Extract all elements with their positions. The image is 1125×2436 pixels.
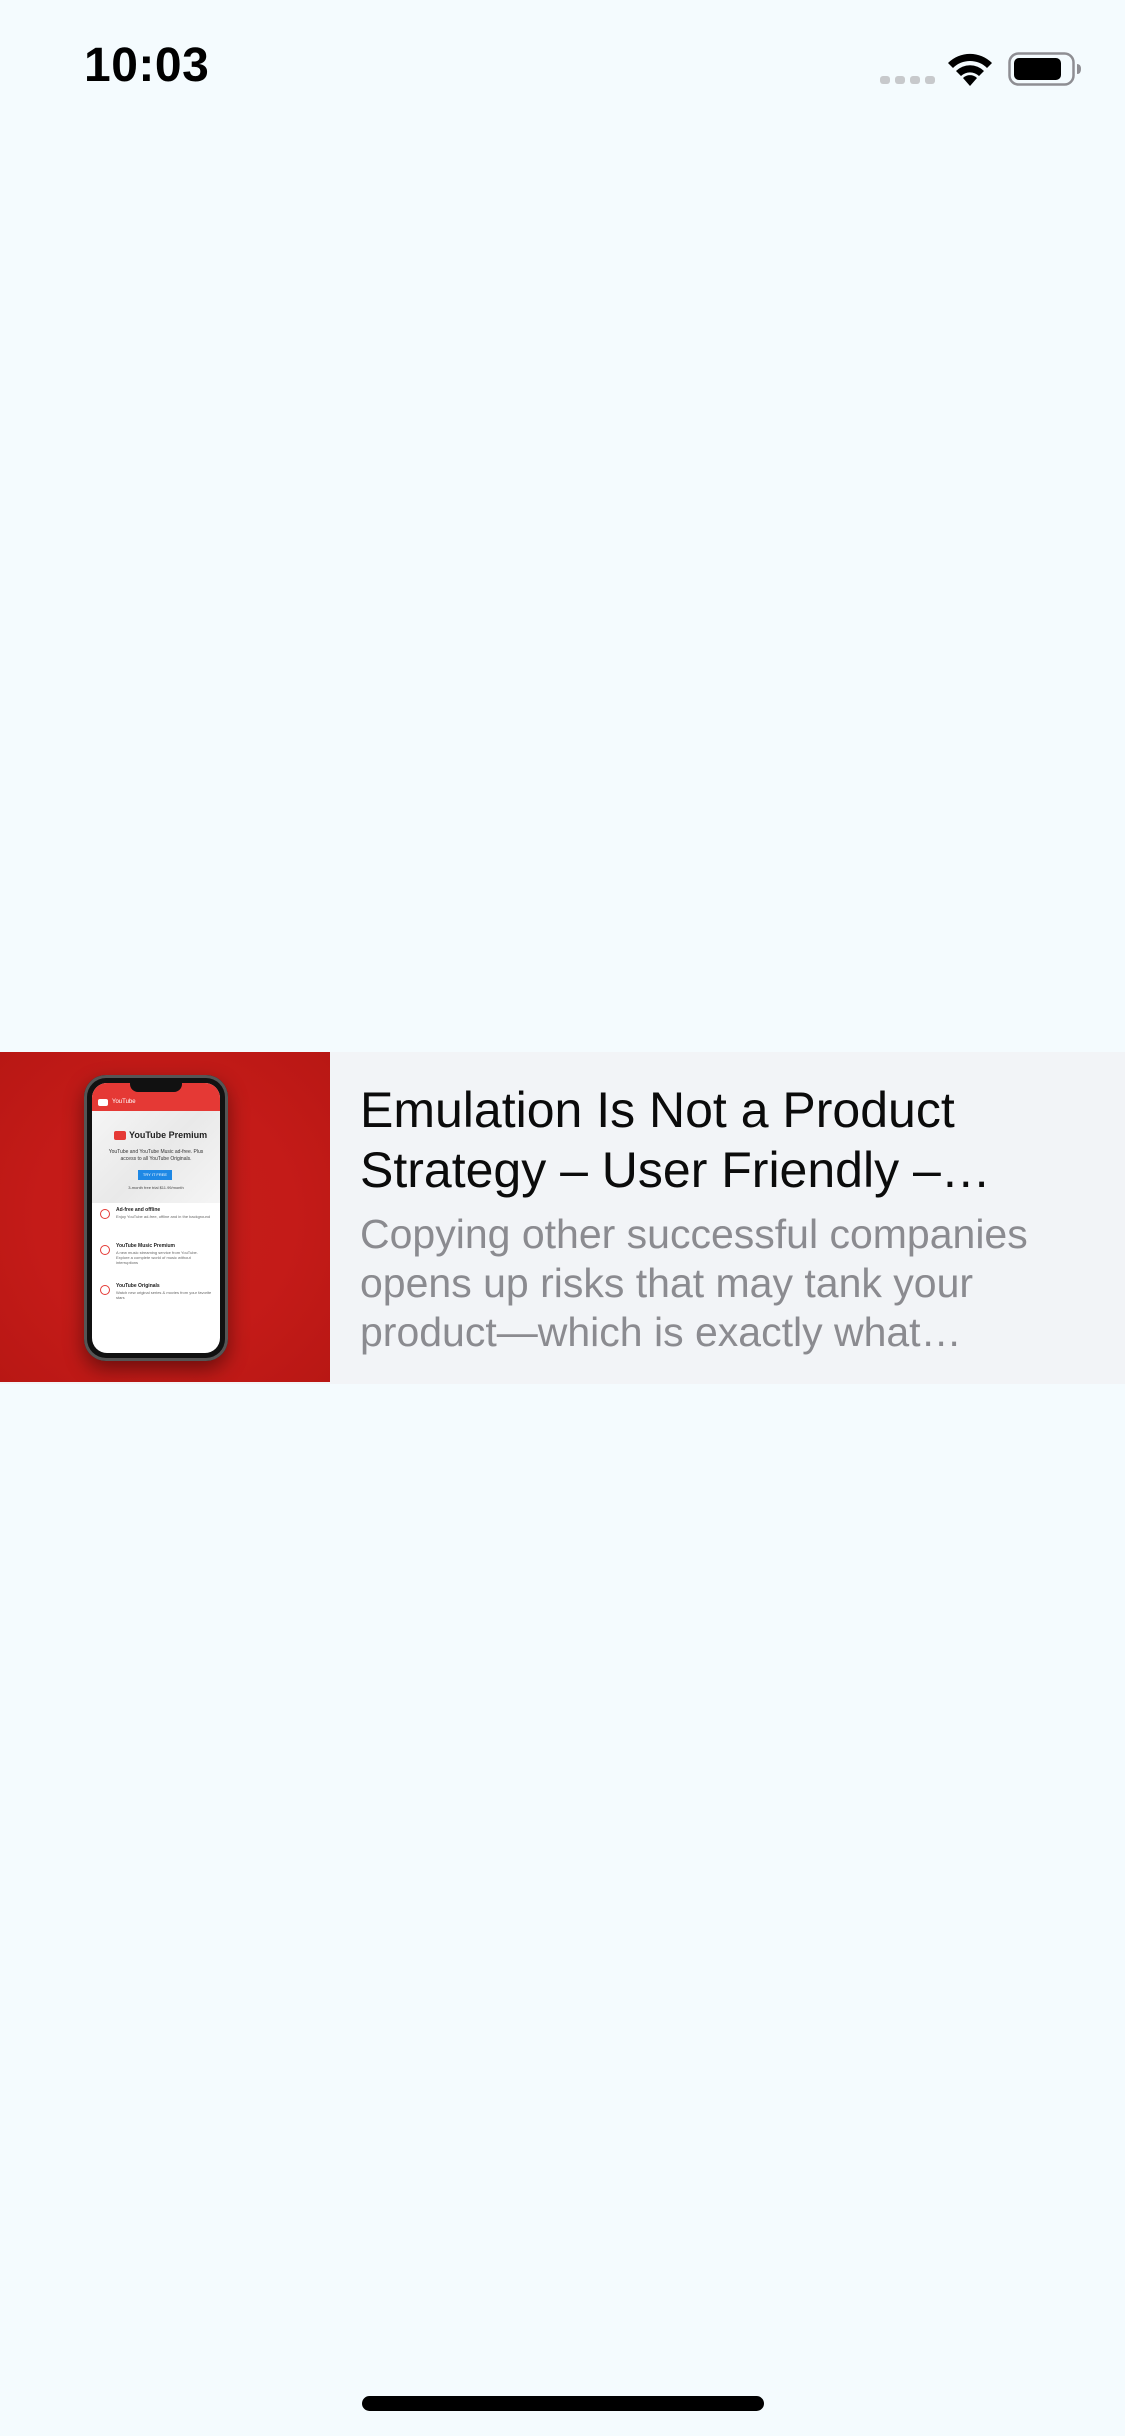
link-text: Emulation Is Not a Product Strategy – Us…	[360, 1080, 1080, 1357]
premium-brand: YouTube Premium	[129, 1130, 208, 1140]
youtube-app-bar-label: YouTube	[112, 1099, 136, 1105]
phone-mockup: YouTube YouTube Premium YouTube and YouT…	[84, 1075, 228, 1361]
music-icon	[100, 1245, 110, 1255]
battery-icon	[1008, 52, 1081, 86]
premium-price: 3-month free trial $11.99/month	[128, 1185, 184, 1190]
feature-desc: A new music streaming service from YouTu…	[116, 1250, 198, 1265]
premium-subtitle: YouTube and YouTube Music ad-free. Plus …	[108, 1149, 204, 1162]
try-free-button: TRY IT FREE	[138, 1170, 172, 1180]
feature-title: YouTube Music Premium	[116, 1243, 175, 1249]
home-indicator[interactable]	[362, 2396, 764, 2411]
link-thumbnail: YouTube YouTube Premium YouTube and YouT…	[0, 1052, 330, 1382]
feature-item: YouTube Music Premium A new music stream…	[100, 1243, 214, 1273]
status-bar: 10:03	[0, 0, 1125, 140]
feature-desc: Watch new original series & movies from …	[116, 1290, 212, 1300]
phone-screen: YouTube YouTube Premium YouTube and YouT…	[92, 1083, 220, 1353]
link-preview-card[interactable]: YouTube YouTube Premium YouTube and YouT…	[0, 1052, 1125, 1384]
feature-title: YouTube Originals	[116, 1283, 160, 1289]
feature-item: YouTube Originals Watch new original ser…	[100, 1283, 214, 1313]
feature-desc: Enjoy YouTube ad-free, offline and in th…	[116, 1214, 211, 1219]
status-time: 10:03	[84, 39, 210, 92]
download-icon	[100, 1209, 110, 1219]
cellular-signal-icon	[880, 76, 935, 84]
feature-item: Ad-free and offline Enjoy YouTube ad-fre…	[100, 1207, 214, 1237]
feature-title: Ad-free and offline	[116, 1207, 161, 1213]
link-title: Emulation Is Not a Product Strategy – Us…	[360, 1082, 955, 1198]
phone-notch	[130, 1083, 182, 1092]
link-description: Copying other successful companies opens…	[360, 1211, 1028, 1355]
originals-icon	[100, 1285, 110, 1295]
wifi-icon	[948, 53, 992, 86]
youtube-logo-icon	[98, 1099, 108, 1106]
youtube-play-icon	[114, 1131, 126, 1140]
